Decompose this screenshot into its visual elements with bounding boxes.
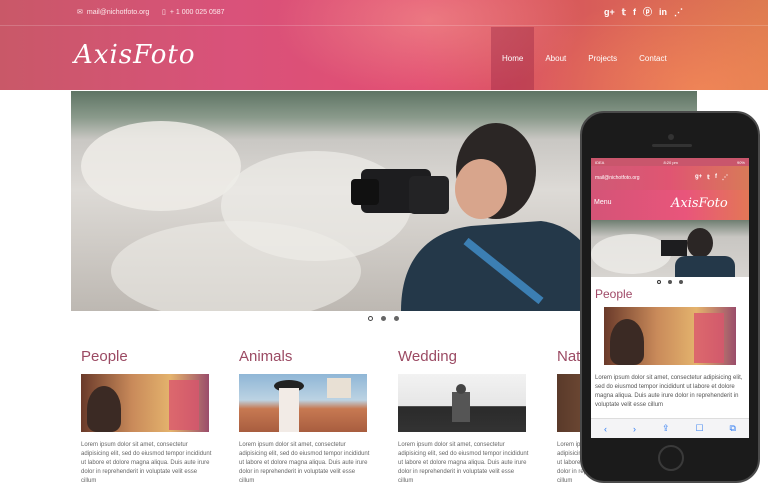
facebook-icon[interactable]: f: [715, 174, 717, 181]
slider-dot[interactable]: [679, 280, 683, 284]
phone-mockup: IDEA 8:20 pm 90% mail@nichotfoto.org g+ …: [580, 111, 760, 483]
section-text: Lorem ipsum dolor sit amet, consectetur …: [81, 442, 212, 484]
nav-home[interactable]: Home: [491, 27, 535, 90]
main-nav: Home About Projects Contact: [491, 27, 678, 90]
section-title[interactable]: Wedding: [398, 348, 528, 365]
section-image[interactable]: [398, 374, 526, 432]
top-bar: ✉ mail@nichotfoto.org ▯ + 1 000 025 0587…: [0, 0, 768, 26]
contact-phone[interactable]: ▯ + 1 000 025 0587: [162, 8, 225, 17]
nav-contact[interactable]: Contact: [628, 27, 678, 90]
mobile-menu-button[interactable]: Menu: [594, 199, 612, 206]
mobile-top-bar: mail@nichotfoto.org g+ 𝕥 f ⋰: [591, 166, 749, 190]
section-card-animals: Animals Lorem ipsum dolor sit amet, cons…: [239, 348, 369, 486]
section-image[interactable]: [81, 374, 209, 432]
section-text: Lorem ipsum dolor sit amet, consectetur …: [239, 442, 370, 484]
home-button[interactable]: [658, 445, 684, 471]
slider-dots: [368, 316, 399, 321]
slider-dot[interactable]: [368, 316, 373, 321]
nav-projects[interactable]: Projects: [577, 27, 628, 90]
back-icon[interactable]: ‹: [604, 424, 607, 434]
slider-dot[interactable]: [668, 280, 672, 284]
facebook-icon[interactable]: f: [633, 7, 636, 17]
tabs-icon[interactable]: ⧉: [730, 423, 736, 434]
browser-toolbar: ‹ › ⇪ ☐ ⧉: [591, 418, 749, 438]
section-card-people: People Lorem ipsum dolor sit amet, conse…: [81, 348, 211, 486]
section-title[interactable]: People: [81, 348, 211, 365]
site-header: ✉ mail@nichotfoto.org ▯ + 1 000 025 0587…: [0, 0, 768, 90]
section-text: Lorem ipsum dolor sit amet, consectetur …: [398, 442, 529, 484]
google-plus-icon[interactable]: g+: [695, 174, 702, 181]
status-time: 8:20 pm: [663, 159, 678, 165]
rss-icon[interactable]: ⋰: [722, 174, 728, 181]
contact-email[interactable]: ✉ mail@nichotfoto.org: [77, 8, 150, 17]
phone-icon: ▯: [162, 9, 166, 16]
mobile-email[interactable]: mail@nichotfoto.org: [595, 175, 640, 181]
email-text: mail@nichotfoto.org: [86, 8, 150, 16]
nav-about[interactable]: About: [534, 27, 577, 90]
slider-dot[interactable]: [657, 280, 661, 284]
slider-dot[interactable]: [381, 316, 386, 321]
pinterest-icon[interactable]: ⓟ: [643, 7, 652, 17]
phone-text: + 1 000 025 0587: [169, 8, 225, 16]
section-image[interactable]: [239, 374, 367, 432]
forward-icon[interactable]: ›: [633, 424, 636, 434]
camera-icon: [668, 134, 674, 140]
bookmarks-icon[interactable]: ☐: [695, 423, 703, 434]
phone-screen: IDEA 8:20 pm 90% mail@nichotfoto.org g+ …: [591, 158, 749, 438]
section-card-wedding: Wedding Lorem ipsum dolor sit amet, cons…: [398, 348, 528, 486]
section-title[interactable]: Animals: [239, 348, 369, 365]
share-icon[interactable]: ⇪: [662, 423, 670, 434]
twitter-icon[interactable]: 𝕥: [707, 174, 710, 181]
slider-dot[interactable]: [394, 316, 399, 321]
linkedin-icon[interactable]: in: [659, 7, 667, 17]
social-links: g+ 𝕥 f ⓟ in ⋰: [604, 7, 683, 17]
rss-icon[interactable]: ⋰: [674, 7, 683, 17]
mobile-logo[interactable]: AxisFoto: [671, 196, 728, 211]
site-logo[interactable]: AxisFoto: [74, 40, 195, 70]
carrier-label: IDEA: [595, 159, 605, 165]
twitter-icon[interactable]: 𝕥: [622, 7, 626, 17]
phone-top: [582, 113, 758, 161]
speaker-grille: [652, 144, 692, 147]
mobile-social-links: g+ 𝕥 f ⋰: [695, 174, 728, 181]
mobile-header: Menu AxisFoto: [591, 190, 749, 220]
phone-status-bar: IDEA 8:20 pm 90%: [591, 158, 749, 166]
mobile-section-text: Lorem ipsum dolor sit amet, consectetur …: [595, 375, 743, 408]
mobile-section-image[interactable]: [604, 307, 736, 365]
page: ✉ mail@nichotfoto.org ▯ + 1 000 025 0587…: [0, 0, 768, 488]
mobile-section-title[interactable]: People: [591, 287, 749, 301]
mobile-hero-slider[interactable]: [591, 220, 749, 277]
battery-label: 90%: [736, 159, 745, 165]
mobile-slider-dots: [591, 280, 749, 284]
mail-icon: ✉: [77, 9, 83, 16]
google-plus-icon[interactable]: g+: [604, 7, 615, 17]
